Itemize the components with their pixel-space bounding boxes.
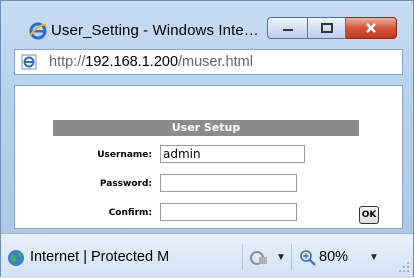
address-bar[interactable]: http://192.168.1.200/muser.html — [14, 49, 403, 75]
address-url[interactable]: http://192.168.1.200/muser.html — [49, 54, 253, 70]
close-button[interactable] — [346, 17, 397, 39]
username-input[interactable] — [160, 145, 305, 163]
page-content: User Setup Username: Password: Confirm: … — [14, 85, 403, 229]
password-label: Password: — [99, 179, 152, 189]
status-separator — [242, 244, 243, 270]
security-zone-text[interactable]: Internet | Protected M — [30, 249, 169, 265]
page-icon — [21, 54, 37, 70]
protected-mode-icon[interactable] — [249, 249, 269, 267]
password-input[interactable] — [160, 174, 297, 192]
title-bar[interactable]: User_Setting - Windows Inte… — [1, 1, 413, 41]
confirm-label: Confirm: — [108, 208, 152, 218]
user-setup-heading: User Setup — [53, 120, 359, 136]
ok-button[interactable]: OK — [359, 206, 379, 224]
resize-grip-icon[interactable] — [397, 260, 411, 274]
protected-mode-dropdown-icon[interactable]: ▼ — [276, 252, 286, 263]
maximize-button[interactable] — [308, 17, 346, 39]
globe-icon — [8, 250, 24, 266]
minimize-button[interactable] — [267, 17, 308, 39]
window-controls — [267, 17, 397, 39]
maximize-icon — [320, 23, 333, 33]
ie-logo-icon — [29, 22, 47, 40]
zoom-icon[interactable] — [299, 249, 317, 267]
zoom-dropdown-icon[interactable]: ▼ — [369, 252, 379, 263]
confirm-input[interactable] — [160, 203, 297, 221]
zoom-level[interactable]: 80% — [319, 249, 348, 265]
minimize-icon — [282, 29, 293, 31]
browser-window: User_Setting - Windows Inte… http://192.… — [0, 0, 414, 278]
username-label: Username: — [97, 150, 152, 160]
close-icon — [366, 23, 376, 33]
status-separator — [291, 244, 292, 270]
status-bar: Internet | Protected M ▼ 80% ▼ — [1, 233, 413, 278]
window-title: User_Setting - Windows Inte… — [51, 22, 259, 39]
